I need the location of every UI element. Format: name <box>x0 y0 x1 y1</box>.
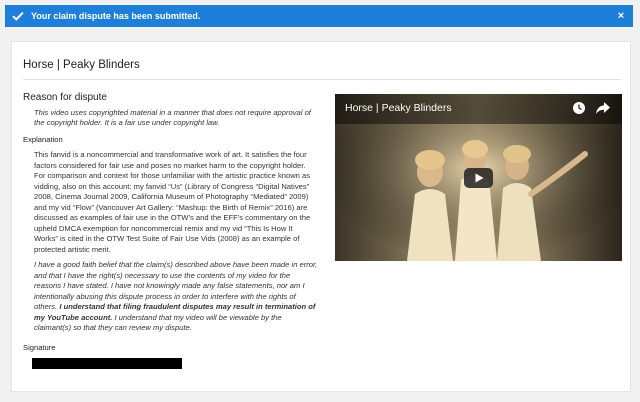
reason-heading: Reason for dispute <box>23 92 107 103</box>
affirmation-text: I have a good faith belief that the clai… <box>34 260 318 334</box>
explanation-label: Explanation <box>23 135 63 144</box>
video-title: Horse | Peaky Blinders <box>345 102 452 114</box>
video-embed[interactable]: Horse | Peaky Blinders <box>335 94 622 261</box>
checkmark-icon <box>5 5 31 27</box>
signature-redacted <box>32 357 182 369</box>
dispute-details: Reason for dispute This video uses copyr… <box>23 92 319 369</box>
close-icon[interactable]: × <box>609 5 633 27</box>
watch-later-icon[interactable] <box>572 101 586 120</box>
page-title: Horse | Peaky Blinders <box>23 59 140 71</box>
banner-message: Your claim dispute has been submitted. <box>31 11 201 21</box>
share-icon[interactable] <box>595 101 611 120</box>
play-icon[interactable] <box>464 168 493 193</box>
dispute-card: Horse | Peaky Blinders Reason for disput… <box>11 41 631 392</box>
explanation-text: This fanvid is a noncommercial and trans… <box>34 150 311 254</box>
signature-label: Signature <box>23 342 56 352</box>
title-divider <box>23 79 621 80</box>
reason-text: This video uses copyrighted material in … <box>34 108 311 127</box>
success-banner: Your claim dispute has been submitted. × <box>5 5 633 27</box>
